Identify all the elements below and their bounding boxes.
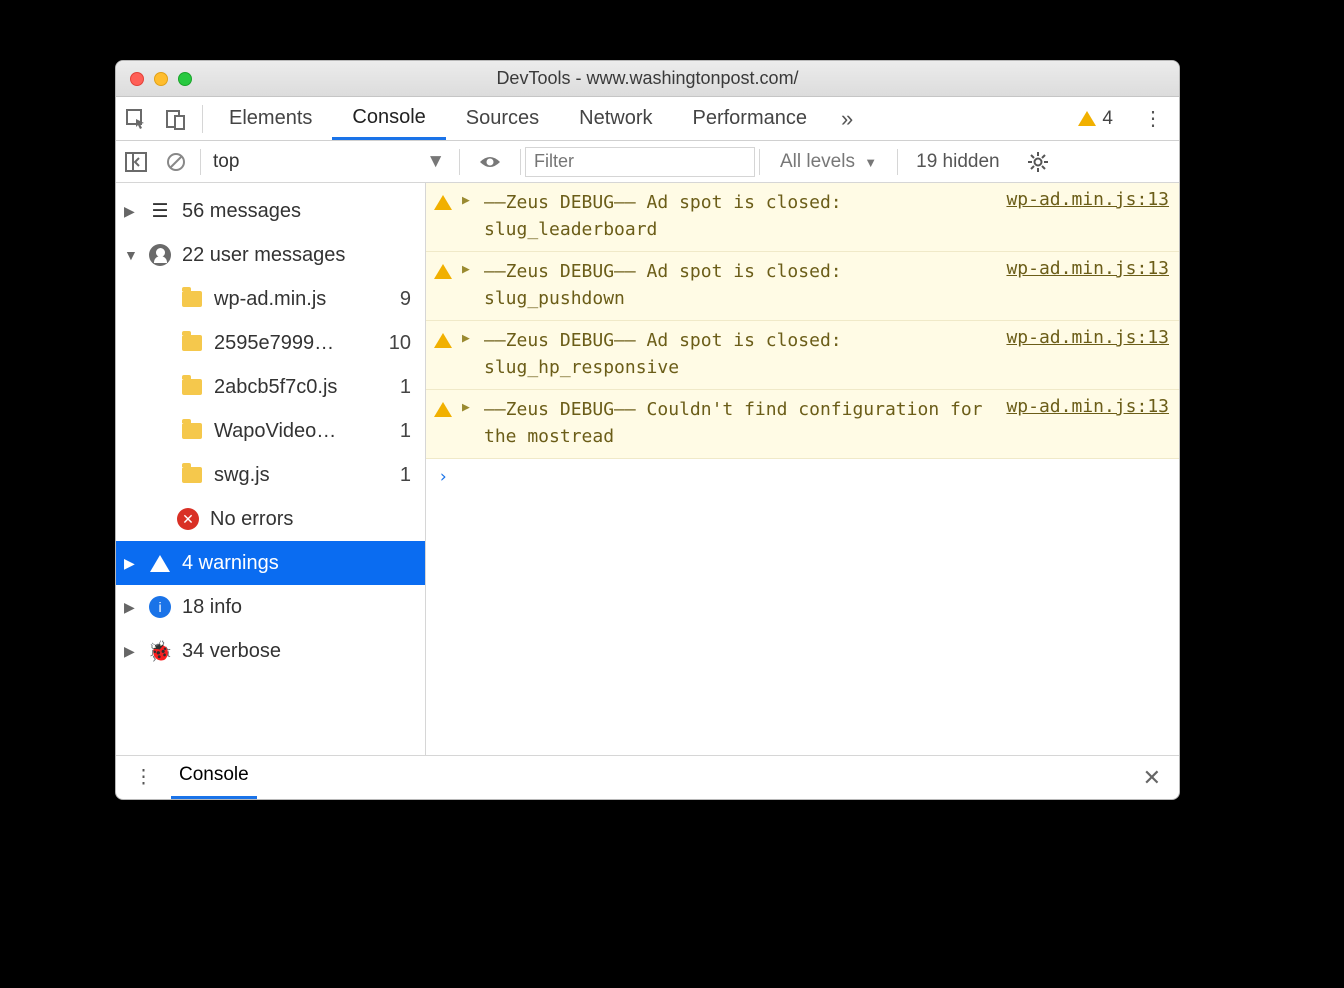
message-source-link[interactable]: wp-ad.min.js:13 <box>998 327 1169 381</box>
drawer: ⋮ Console ✕ <box>116 755 1179 799</box>
message-text: ––Zeus DEBUG–– Couldn't find configurati… <box>484 396 990 450</box>
bug-icon: 🐞 <box>148 639 172 664</box>
message-source-link[interactable]: wp-ad.min.js:13 <box>998 258 1169 312</box>
tab-performance[interactable]: Performance <box>673 97 828 140</box>
divider <box>202 105 203 133</box>
folder-icon <box>180 335 204 351</box>
warning-icon <box>434 327 454 381</box>
console-message[interactable]: ▶ ––Zeus DEBUG–– Ad spot is closed: slug… <box>426 183 1179 252</box>
zoom-window-button[interactable] <box>178 72 192 86</box>
tabs: Elements Console Sources Network Perform… <box>209 97 827 140</box>
warning-icon <box>148 555 172 572</box>
minimize-window-button[interactable] <box>154 72 168 86</box>
expand-arrow-icon[interactable]: ▶ <box>462 258 476 312</box>
filter-field[interactable] <box>525 147 755 177</box>
expand-arrow-icon: ▶ <box>124 203 138 220</box>
collapse-arrow-icon: ▼ <box>124 247 138 263</box>
expand-arrow-icon: ▶ <box>124 599 138 616</box>
tabs-overflow-button[interactable]: » <box>827 106 867 132</box>
console-settings-icon[interactable] <box>1014 152 1062 172</box>
sidebar-file-item[interactable]: 2abcb5f7c0.js 1 <box>116 365 425 409</box>
close-drawer-icon[interactable]: ✕ <box>1125 765 1179 791</box>
hidden-count[interactable]: 19 hidden <box>902 151 1013 173</box>
sidebar-file-item[interactable]: wp-ad.min.js 9 <box>116 277 425 321</box>
console-message[interactable]: ▶ ––Zeus DEBUG–– Couldn't find configura… <box>426 390 1179 459</box>
tab-sources[interactable]: Sources <box>446 97 559 140</box>
settings-menu-button[interactable]: ⋮ <box>1127 106 1179 131</box>
sidebar-file-item[interactable]: swg.js 1 <box>116 453 425 497</box>
context-selector[interactable]: top ▼ <box>205 151 455 173</box>
drawer-tab-console[interactable]: Console <box>171 764 257 799</box>
expand-arrow-icon[interactable]: ▶ <box>462 327 476 381</box>
chevron-down-icon: ▼ <box>860 155 877 170</box>
console-sidebar: ▶ ☰ 56 messages ▼ 22 user messages wp-ad… <box>116 183 426 755</box>
context-name: top <box>213 151 239 173</box>
message-text: ––Zeus DEBUG–– Ad spot is closed: slug_h… <box>484 327 990 381</box>
info-icon: i <box>148 596 172 618</box>
message-source-link[interactable]: wp-ad.min.js:13 <box>998 396 1169 450</box>
sidebar-item-warnings[interactable]: ▶ 4 warnings <box>116 541 425 585</box>
live-expression-icon[interactable] <box>464 154 516 170</box>
tab-network[interactable]: Network <box>559 97 672 140</box>
traffic-lights <box>116 72 192 86</box>
console-message[interactable]: ▶ ––Zeus DEBUG–– Ad spot is closed: slug… <box>426 252 1179 321</box>
expand-arrow-icon[interactable]: ▶ <box>462 189 476 243</box>
folder-icon <box>180 291 204 307</box>
warning-icon <box>1078 111 1096 126</box>
sidebar-item-errors[interactable]: ✕ No errors <box>116 497 425 541</box>
filter-input[interactable] <box>525 147 755 177</box>
log-levels-selector[interactable]: All levels ▼ <box>764 151 893 173</box>
warning-icon <box>434 189 454 243</box>
warning-icon <box>434 396 454 450</box>
message-text: ––Zeus DEBUG–– Ad spot is closed: slug_p… <box>484 258 990 312</box>
console-toolbar: top ▼ All levels ▼ 19 hidden <box>116 141 1179 183</box>
expand-arrow-icon[interactable]: ▶ <box>462 396 476 450</box>
toggle-sidebar-icon[interactable] <box>116 152 156 172</box>
expand-arrow-icon: ▶ <box>124 555 138 572</box>
titlebar: DevTools - www.washingtonpost.com/ <box>116 61 1179 97</box>
clear-console-icon[interactable] <box>156 151 196 173</box>
message-text: ––Zeus DEBUG–– Ad spot is closed: slug_l… <box>484 189 990 243</box>
console-body: ▶ ☰ 56 messages ▼ 22 user messages wp-ad… <box>116 183 1179 755</box>
devtools-window: DevTools - www.washingtonpost.com/ Eleme… <box>115 60 1180 800</box>
sidebar-file-item[interactable]: 2595e7999… 10 <box>116 321 425 365</box>
expand-arrow-icon: ▶ <box>124 643 138 660</box>
console-messages: ▶ ––Zeus DEBUG–– Ad spot is closed: slug… <box>426 183 1179 755</box>
error-icon: ✕ <box>176 508 200 530</box>
tab-elements[interactable]: Elements <box>209 97 332 140</box>
sidebar-file-item[interactable]: WapoVideo… 1 <box>116 409 425 453</box>
sidebar-item-user-messages[interactable]: ▼ 22 user messages <box>116 233 425 277</box>
console-prompt[interactable]: › <box>426 459 1179 495</box>
folder-icon <box>180 467 204 483</box>
sidebar-item-messages[interactable]: ▶ ☰ 56 messages <box>116 189 425 233</box>
inspect-element-icon[interactable] <box>116 97 156 140</box>
main-tabbar: Elements Console Sources Network Perform… <box>116 97 1179 141</box>
folder-icon <box>180 423 204 439</box>
list-icon: ☰ <box>148 200 172 223</box>
message-source-link[interactable]: wp-ad.min.js:13 <box>998 189 1169 243</box>
tab-console[interactable]: Console <box>332 97 445 140</box>
device-toolbar-icon[interactable] <box>156 97 196 140</box>
warning-count-badge[interactable]: 4 <box>1078 108 1127 130</box>
window-title: DevTools - www.washingtonpost.com/ <box>116 68 1179 89</box>
sidebar-item-info[interactable]: ▶ i 18 info <box>116 585 425 629</box>
console-message[interactable]: ▶ ––Zeus DEBUG–– Ad spot is closed: slug… <box>426 321 1179 390</box>
warning-count: 4 <box>1102 108 1113 130</box>
user-icon <box>148 244 172 266</box>
warning-icon <box>434 258 454 312</box>
sidebar-item-verbose[interactable]: ▶ 🐞 34 verbose <box>116 629 425 673</box>
drawer-menu-button[interactable]: ⋮ <box>116 766 171 789</box>
folder-icon <box>180 379 204 395</box>
chevron-down-icon: ▼ <box>426 151 445 173</box>
close-window-button[interactable] <box>130 72 144 86</box>
